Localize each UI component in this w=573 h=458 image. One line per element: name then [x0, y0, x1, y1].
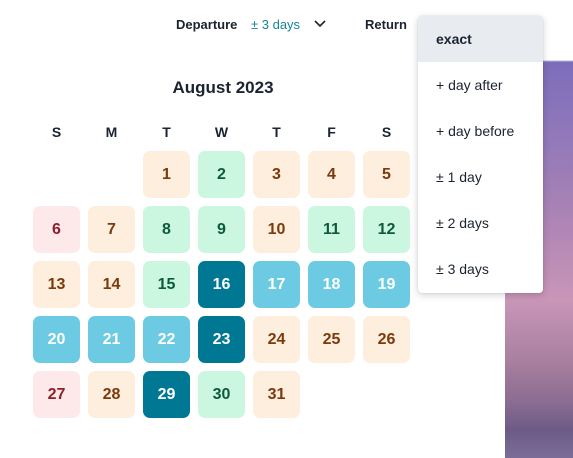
dropdown-option[interactable]: + day after [418, 62, 543, 108]
dropdown-option[interactable]: + day before [418, 108, 543, 154]
calendar-day-6[interactable]: 6 [33, 206, 80, 253]
return-label[interactable]: Return [365, 17, 407, 32]
dropdown-option[interactable]: exact [418, 16, 543, 62]
calendar-day-31[interactable]: 31 [253, 371, 300, 418]
calendar-day-25[interactable]: 25 [308, 316, 355, 363]
calendar-day-2[interactable]: 2 [198, 151, 245, 198]
dropdown-option[interactable]: ± 2 days [418, 200, 543, 246]
weekday-label: M [105, 124, 118, 140]
calendar-day-17[interactable]: 17 [253, 261, 300, 308]
calendar-day-3[interactable]: 3 [253, 151, 300, 198]
calendar-day-26[interactable]: 26 [363, 316, 410, 363]
calendar-day-20[interactable]: 20 [33, 316, 80, 363]
calendar-day-24[interactable]: 24 [253, 316, 300, 363]
departure-flex-value[interactable]: ± 3 days [251, 17, 300, 32]
calendar-day-29[interactable]: 29 [143, 371, 190, 418]
calendar-day-9[interactable]: 9 [198, 206, 245, 253]
month-title: August 2023 [172, 78, 274, 97]
calendar-day-23[interactable]: 23 [198, 316, 245, 363]
weekday-label: W [214, 124, 229, 140]
calendar-day-14[interactable]: 14 [88, 261, 135, 308]
weekday-header-row: S M T W T F S [33, 124, 415, 140]
calendar-day-grid: 1 2 3 4 5 6 7 8 9 10 11 12 13 14 15 16 17 18 19 20 21 22 23 24 2… [33, 151, 410, 418]
calendar-day-10[interactable]: 10 [253, 206, 300, 253]
calendar-day-21[interactable]: 21 [88, 316, 135, 363]
chevron-down-icon[interactable] [313, 19, 327, 29]
calendar-day-18[interactable]: 18 [308, 261, 355, 308]
weekday-label: S [381, 124, 392, 140]
calendar-day-19[interactable]: 19 [363, 261, 410, 308]
calendar-day-30[interactable]: 30 [198, 371, 245, 418]
calendar-day-1[interactable]: 1 [143, 151, 190, 198]
calendar-day-13[interactable]: 13 [33, 261, 80, 308]
dropdown-option[interactable]: ± 1 day [418, 154, 543, 200]
calendar-day-15[interactable]: 15 [143, 261, 190, 308]
calendar-blank-cell [88, 151, 135, 198]
calendar-day-16[interactable]: 16 [198, 261, 245, 308]
dropdown-option[interactable]: ± 3 days [418, 246, 543, 292]
calendar-day-28[interactable]: 28 [88, 371, 135, 418]
calendar-blank-cell [33, 151, 80, 198]
weekday-label: T [272, 124, 281, 140]
weekday-label: F [327, 124, 336, 140]
weekday-label: S [51, 124, 62, 140]
calendar-day-5[interactable]: 5 [363, 151, 410, 198]
weekday-label: T [162, 124, 171, 140]
calendar-day-12[interactable]: 12 [363, 206, 410, 253]
calendar-day-11[interactable]: 11 [308, 206, 355, 253]
calendar-day-7[interactable]: 7 [88, 206, 135, 253]
flex-days-dropdown: exact + day after + day before ± 1 day ± 2 d… [418, 16, 543, 293]
calendar-day-8[interactable]: 8 [143, 206, 190, 253]
calendar-day-27[interactable]: 27 [33, 371, 80, 418]
departure-label[interactable]: Departure [176, 17, 237, 32]
calendar-day-4[interactable]: 4 [308, 151, 355, 198]
calendar-day-22[interactable]: 22 [143, 316, 190, 363]
